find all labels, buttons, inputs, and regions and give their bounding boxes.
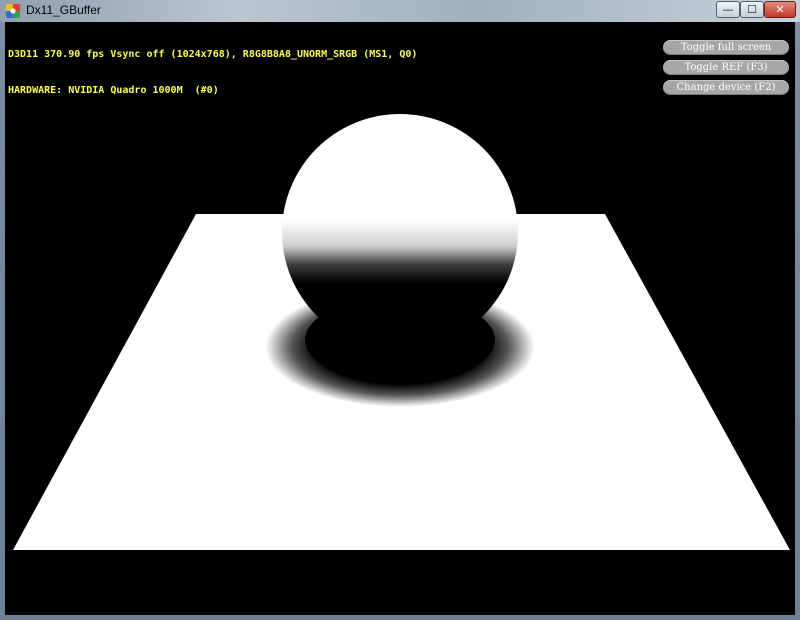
close-button[interactable]: ✕ <box>764 1 796 18</box>
render-viewport[interactable]: D3D11 370.90 fps Vsync off (1024x768), R… <box>5 22 795 615</box>
fps-stats-text: D3D11 370.90 fps Vsync off (1024x768), R… <box>8 49 418 60</box>
app-window: Dx11_GBuffer — ☐ ✕ D3D11 370.90 fps Vsyn… <box>0 0 800 620</box>
directx-app-icon <box>6 4 20 18</box>
minimize-button[interactable]: — <box>716 1 740 18</box>
title-bar[interactable]: Dx11_GBuffer — ☐ ✕ <box>0 0 800 22</box>
stats-overlay: D3D11 370.90 fps Vsync off (1024x768), R… <box>8 25 417 121</box>
maximize-button[interactable]: ☐ <box>740 1 764 18</box>
change-device-button[interactable]: Change device (F2) <box>663 80 789 95</box>
sphere <box>282 114 518 350</box>
toggle-ref-button[interactable]: Toggle REF (F3) <box>663 60 789 75</box>
window-title: Dx11_GBuffer <box>26 3 101 17</box>
toggle-fullscreen-button[interactable]: Toggle full screen <box>663 40 789 55</box>
hardware-info-text: HARDWARE: NVIDIA Quadro 1000M (#0) <box>8 85 219 96</box>
